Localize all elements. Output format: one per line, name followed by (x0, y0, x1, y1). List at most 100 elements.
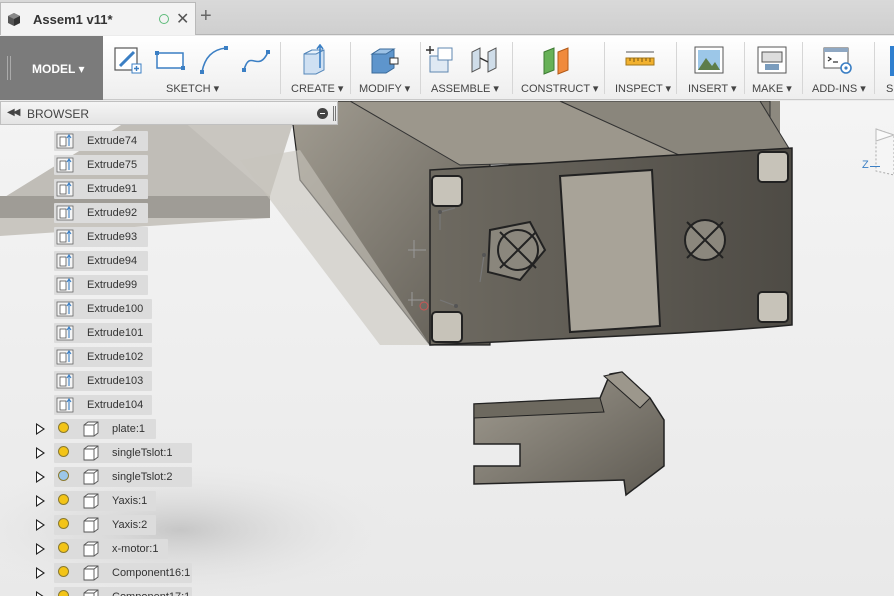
expand-arrow-icon[interactable] (36, 423, 45, 435)
component-icon (83, 589, 99, 596)
component-icon-wrapper (81, 421, 99, 440)
new-component-icon[interactable] (426, 44, 458, 76)
expand-arrow-icon[interactable] (36, 495, 45, 507)
browser-component-row[interactable]: singleTslot:2 (30, 467, 210, 487)
body-icon-wrapper (56, 229, 74, 248)
construct-menu[interactable]: CONSTRUCT ▾ (521, 82, 598, 95)
expand-arrow-icon[interactable] (36, 543, 45, 555)
offset-plane-icon[interactable] (540, 44, 572, 76)
browser-component-row[interactable]: plate:1 (30, 419, 210, 439)
arc-icon[interactable] (198, 44, 230, 76)
press-pull-icon[interactable] (368, 44, 400, 76)
browser-body-label: Extrude91 (87, 183, 138, 195)
toolbar-divider (874, 42, 875, 94)
expand-arrow-icon[interactable] (36, 567, 45, 579)
toolbar-divider (350, 42, 351, 94)
browser-component-row[interactable]: Yaxis:2 (30, 515, 210, 535)
insert-menu[interactable]: INSERT ▾ (688, 82, 737, 95)
component-icon (83, 469, 99, 485)
spline-icon[interactable] (240, 44, 272, 76)
inspect-menu[interactable]: INSPECT ▾ (615, 82, 671, 95)
browser-body-row[interactable]: Extrude99 (54, 275, 154, 295)
component-icon (83, 421, 99, 437)
browser-body-label: Extrude94 (87, 255, 138, 267)
visibility-bulb-icon[interactable] (58, 542, 69, 553)
browser-body-label: Extrude75 (87, 159, 138, 171)
scripts-addins-icon[interactable] (822, 44, 854, 76)
joint-icon[interactable] (468, 44, 500, 76)
3d-print-icon[interactable] (756, 44, 788, 76)
browser-body-row[interactable]: Extrude102 (54, 347, 154, 367)
extrude-icon[interactable] (298, 44, 330, 76)
rectangle-icon[interactable] (154, 44, 186, 76)
expand-arrow-icon[interactable] (36, 447, 45, 459)
browser-body-row[interactable]: Extrude92 (54, 203, 154, 223)
new-tab-button[interactable]: + (200, 5, 212, 27)
close-tab-button[interactable]: ✕ (176, 9, 189, 29)
browser-body-row[interactable]: Extrude103 (54, 371, 154, 391)
viewcube-z-axis-label: Z (862, 159, 869, 171)
sketch-menu[interactable]: SKETCH ▾ (166, 82, 219, 95)
inspect-group: INSPECT ▾ (606, 36, 674, 100)
insert-image-icon[interactable] (693, 44, 725, 76)
component-icon-wrapper (81, 469, 99, 488)
create-sketch-icon[interactable] (112, 44, 144, 76)
browser-component-row[interactable]: x-motor:1 (30, 539, 210, 559)
body-icon (56, 397, 74, 413)
visibility-bulb-icon[interactable] (58, 518, 69, 529)
browser-body-label: Extrude93 (87, 231, 138, 243)
browser-body-row[interactable]: Extrude101 (54, 323, 154, 343)
browser-component-row[interactable]: Component16:1 (30, 563, 210, 583)
browser-body-row[interactable]: Extrude104 (54, 395, 154, 415)
create-menu[interactable]: CREATE ▾ (291, 82, 343, 95)
browser-minimize-icon[interactable] (317, 108, 328, 119)
expand-arrow-icon[interactable] (36, 519, 45, 531)
browser-body-row[interactable]: Extrude74 (54, 131, 154, 151)
browser-component-label: Component16:1 (112, 567, 191, 579)
collapse-browser-icon[interactable]: ◀◀ (7, 107, 20, 118)
browser-component-label: x-motor:1 (112, 543, 159, 555)
browser-component-label: singleTslot:2 (112, 471, 173, 483)
select-menu[interactable]: S (886, 83, 893, 95)
document-tab[interactable]: Assem1 v11* ✕ (0, 2, 196, 35)
browser-panel-header: ◀◀ BROWSER (0, 101, 338, 125)
measure-icon[interactable] (624, 44, 656, 76)
body-icon (56, 373, 74, 389)
expand-arrow-icon[interactable] (36, 471, 45, 483)
add-ins-menu[interactable]: ADD-INS ▾ (812, 82, 866, 95)
visibility-bulb-icon[interactable] (58, 470, 69, 481)
body-icon (56, 133, 74, 149)
visibility-bulb-icon[interactable] (58, 422, 69, 433)
toolbar-grip[interactable] (7, 56, 11, 80)
toolbar-divider (604, 42, 605, 94)
browser-body-row[interactable]: Extrude75 (54, 155, 154, 175)
make-menu[interactable]: MAKE ▾ (752, 82, 792, 95)
add-ins-group: ADD-INS ▾ (804, 36, 872, 100)
visibility-bulb-icon[interactable] (58, 494, 69, 505)
assemble-menu[interactable]: ASSEMBLE ▾ (431, 82, 499, 95)
body-icon (56, 301, 74, 317)
browser-component-row[interactable]: Yaxis:1 (30, 491, 210, 511)
body-icon (56, 325, 74, 341)
body-icon-wrapper (56, 205, 74, 224)
sync-status-icon (159, 14, 169, 24)
visibility-bulb-icon[interactable] (58, 590, 69, 596)
browser-body-row[interactable]: Extrude91 (54, 179, 154, 199)
body-icon-wrapper (56, 349, 74, 368)
workspace-switcher[interactable]: MODEL ▾ (0, 36, 103, 100)
visibility-bulb-icon[interactable] (58, 566, 69, 577)
browser-pin-icon[interactable] (333, 106, 336, 121)
browser-component-row[interactable]: Component17:1 (30, 587, 210, 596)
body-icon-wrapper (56, 373, 74, 392)
browser-body-row[interactable]: Extrude93 (54, 227, 154, 247)
expand-arrow-icon[interactable] (36, 591, 45, 596)
select-icon[interactable] (890, 46, 894, 76)
modify-menu[interactable]: MODIFY ▾ (359, 82, 410, 95)
workspace-label: MODEL ▾ (32, 62, 85, 76)
browser-component-row[interactable]: singleTslot:1 (30, 443, 210, 463)
body-icon-wrapper (56, 157, 74, 176)
browser-body-row[interactable]: Extrude100 (54, 299, 154, 319)
browser-body-row[interactable]: Extrude94 (54, 251, 154, 271)
visibility-bulb-icon[interactable] (58, 446, 69, 457)
component-icon (83, 445, 99, 461)
